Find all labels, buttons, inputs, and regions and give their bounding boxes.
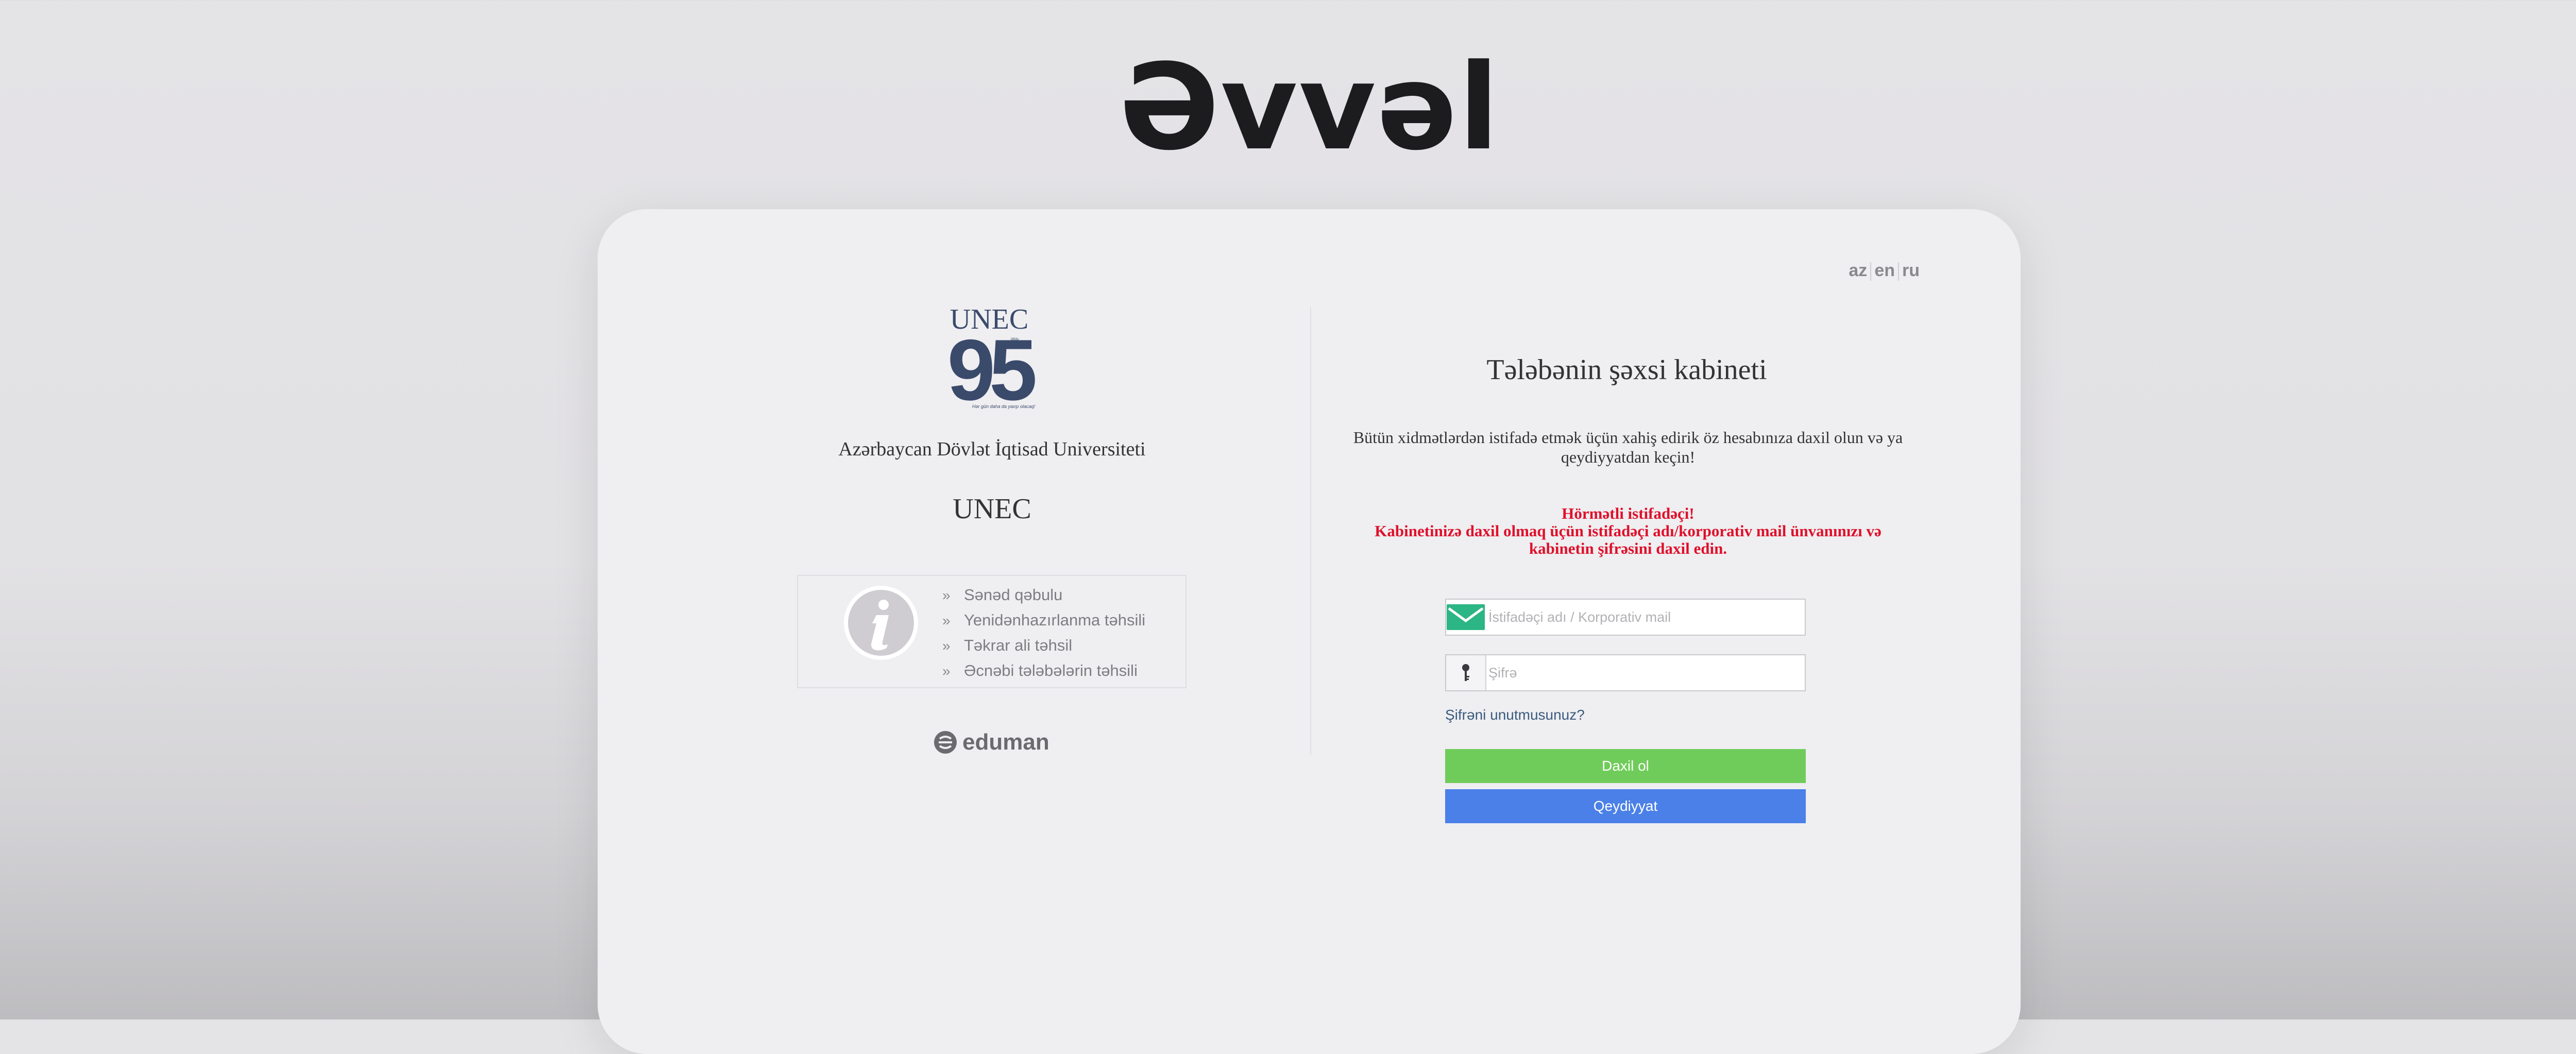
logo-slogan: Hər gün daha da yaxşı olacaq! (972, 404, 1036, 409)
info-link-label: Sənəd qəbulu (964, 586, 1063, 604)
panel-title: Tələbənin şəxsi kabineti (1486, 354, 1767, 386)
eduman-brand: eduman (933, 724, 1049, 760)
notice-title: Hörmətli istifadəçi! (1562, 504, 1694, 522)
eduman-logo-icon (934, 731, 957, 754)
university-panel: UNEC 95 illik Hər gün daha da yaxşı olac… (598, 209, 1310, 827)
password-input[interactable] (1488, 655, 1798, 690)
logo-number: 95 (947, 321, 1035, 410)
info-link-tekrar-ali-tehsil[interactable]: » Təkrar ali təhsil (942, 633, 1145, 658)
info-links-list: » Sənəd qəbulu » Yenidənhazırlanma təhsili… (942, 582, 1145, 683)
intro-text: Bütün xidmətlərdən istifadə etmək üçün x… (1353, 428, 1903, 466)
register-button[interactable]: Qeydiyyat (1445, 789, 1806, 823)
logo-sub: illik (1011, 336, 1020, 344)
info-link-ecnebi-telebeler[interactable]: » Əcnəbi tələbələrin təhsili (942, 658, 1145, 683)
username-input[interactable] (1488, 600, 1798, 635)
info-icon (844, 586, 918, 660)
username-field (1445, 599, 1806, 636)
double-chevron-right-icon: » (942, 613, 951, 628)
info-link-label: Yenidənhazırlanma təhsili (964, 611, 1146, 629)
university-abbreviation: UNEC (953, 493, 1031, 525)
login-panel: Tələbənin şəxsi kabineti Bütün xidmətlər… (1311, 209, 2021, 827)
double-chevron-right-icon: » (942, 663, 951, 679)
unec-95-logo: UNEC 95 illik Hər gün daha da yaxşı olac… (947, 303, 1041, 410)
info-link-yenidenhazirlanma[interactable]: » Yenidənhazırlanma təhsili (942, 607, 1145, 633)
info-link-sened-qebulu[interactable]: » Sənəd qəbulu (942, 582, 1145, 607)
eduman-wordmark: eduman (962, 729, 1049, 755)
double-chevron-right-icon: » (942, 587, 951, 603)
login-notice: Hörmətli istifadəçi! Kabinetinizə daxil … (1345, 505, 1911, 557)
login-card: az en ru UNEC 95 illik Hər gün daha da yax… (598, 209, 2021, 1054)
key-icon (1446, 655, 1486, 690)
forgot-password-link[interactable]: Şifrəni unutmusunuz? (1445, 707, 1585, 723)
password-field (1445, 654, 1806, 691)
page-heading: Əvvəl (1118, 39, 1500, 177)
login-button[interactable]: Daxil ol (1445, 749, 1806, 783)
mail-icon (1446, 600, 1485, 635)
info-link-label: Əcnəbi tələbələrin təhsili (964, 661, 1138, 679)
notice-text: Kabinetinizə daxil olmaq üçün istifadəçi… (1375, 522, 1882, 557)
university-name: Azərbaycan Dövlət İqtisad Universiteti (838, 438, 1146, 460)
double-chevron-right-icon: » (942, 638, 951, 654)
info-link-label: Təkrar ali təhsil (964, 636, 1073, 654)
info-links-box: » Sənəd qəbulu » Yenidənhazırlanma təhsili… (797, 575, 1187, 688)
